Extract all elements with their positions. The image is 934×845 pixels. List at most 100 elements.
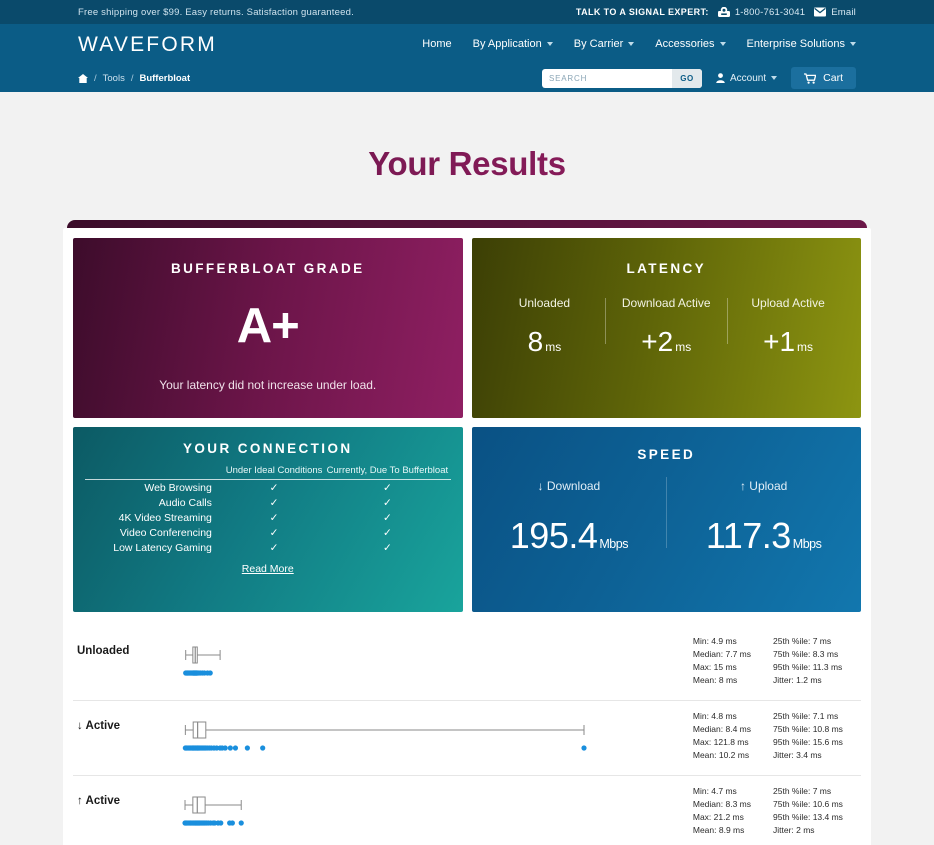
- stat-p95: 95th %ile: 13.4 ms: [773, 812, 843, 822]
- latency-distribution-plots: Unloaded Min: 4.9 ms Median: 7.7 ms Max:…: [73, 612, 861, 845]
- latency-card-title: LATENCY: [626, 261, 707, 276]
- breadcrumb-item-tools[interactable]: Tools: [103, 73, 125, 84]
- account-label: Account: [730, 72, 767, 84]
- stat-min: Min: 4.8 ms: [692, 711, 737, 721]
- results-panel-wrapper: BUFFERBLOAT GRADE A+ Your latency did no…: [63, 220, 871, 845]
- stat-p75: 75th %ile: 10.6 ms: [773, 799, 843, 809]
- cart-button[interactable]: Cart: [791, 67, 856, 89]
- utility-bar: Free shipping over $99. Easy returns. Sa…: [0, 0, 934, 24]
- subnav-row: / Tools / Bufferbloat GO Account Cart: [0, 64, 934, 92]
- stats-column-left: Min: 4.9 ms Median: 7.7 ms Max: 15 ms Me…: [693, 636, 751, 685]
- stat-jitter: Jitter: 1.2 ms: [773, 675, 822, 685]
- chevron-down-icon: [628, 42, 635, 46]
- chevron-down-icon: [771, 76, 778, 80]
- download-label: ↓ Download: [537, 479, 601, 493]
- results-card-grid: BUFFERBLOAT GRADE A+ Your latency did no…: [73, 238, 861, 612]
- boxplot-unloaded: [151, 626, 661, 701]
- latency-label: Unloaded: [518, 296, 571, 310]
- shipping-note: Free shipping over $99. Easy returns. Sa…: [78, 6, 354, 18]
- stat-median: Median: 8.3 ms: [692, 799, 751, 809]
- stat-p95: 95th %ile: 15.6 ms: [773, 737, 843, 747]
- stat-mean: Mean: 10.2 ms: [692, 750, 750, 760]
- search-box: GO: [542, 68, 703, 88]
- latency-value: +1 ms: [731, 328, 845, 356]
- connection-feature: Web Browsing: [144, 481, 212, 494]
- stat-p25: 25th %ile: 7.1 ms: [773, 711, 839, 721]
- latency-value: +2 ms: [609, 328, 723, 356]
- stats-column-left: Min: 4.8 ms Median: 8.4 ms Max: 121.8 ms…: [693, 711, 751, 760]
- table-row: Audio Calls ✓ ✓: [85, 495, 451, 510]
- stats-column-left: Min: 4.7 ms Median: 8.3 ms Max: 21.2 ms …: [693, 786, 751, 835]
- check-icon-current: ✓: [382, 511, 392, 524]
- brand-logo[interactable]: WAVEFORM: [78, 34, 217, 55]
- connection-header-current: Currently, Due To Bufferbloat: [324, 465, 451, 480]
- breadcrumb-separator: /: [94, 72, 97, 84]
- your-connection-title: YOUR CONNECTION: [182, 441, 353, 456]
- stat-mean: Mean: 8 ms: [692, 675, 738, 685]
- signal-expert-label: TALK TO A SIGNAL EXPERT:: [575, 7, 709, 17]
- nav-item-accessories[interactable]: Accessories: [655, 38, 726, 50]
- upload-number: 117.3: [705, 515, 791, 556]
- bufferbloat-grade-title: BUFFERBLOAT GRADE: [170, 261, 365, 276]
- latency-unit: ms: [545, 340, 562, 354]
- read-more-link[interactable]: Read More: [85, 563, 451, 575]
- latency-value: 8 ms: [488, 328, 602, 356]
- connection-feature: 4K Video Streaming: [118, 511, 212, 524]
- nav-links: Home By Application By Carrier Accessori…: [422, 38, 856, 50]
- user-icon: [716, 73, 725, 83]
- speed-card-title: SPEED: [637, 447, 696, 462]
- search-go-button[interactable]: GO: [672, 68, 703, 88]
- search-input[interactable]: [542, 68, 673, 88]
- check-icon-ideal: ✓: [269, 481, 279, 494]
- latency-label: Download Active: [621, 296, 711, 310]
- nav-item-by-carrier[interactable]: By Carrier: [574, 38, 635, 50]
- nav-item-home[interactable]: Home: [422, 38, 451, 50]
- download-value: 195.4 Mbps: [472, 518, 667, 554]
- plot-label: ↓ Active: [77, 720, 121, 732]
- upload-unit: Mbps: [792, 537, 822, 551]
- stat-median: Median: 7.7 ms: [692, 649, 751, 659]
- stat-p75: 75th %ile: 10.8 ms: [773, 724, 843, 734]
- latency-label: Upload Active: [751, 296, 825, 310]
- nav-item-by-application[interactable]: By Application: [473, 38, 553, 50]
- latency-unit: ms: [797, 340, 814, 354]
- plot-row-unloaded: Unloaded Min: 4.9 ms Median: 7.7 ms Max:…: [73, 626, 861, 701]
- stat-max: Max: 121.8 ms: [692, 737, 749, 747]
- table-row: Video Conferencing ✓ ✓: [85, 525, 451, 540]
- stat-min: Min: 4.9 ms: [692, 636, 737, 646]
- stat-p95: 95th %ile: 11.3 ms: [773, 662, 843, 672]
- connection-feature: Video Conferencing: [119, 526, 212, 539]
- latency-column-download-active: Download Active +2 ms: [605, 296, 727, 356]
- check-icon-current: ✓: [382, 526, 392, 539]
- stats-column-right: 25th %ile: 7.1 ms 75th %ile: 10.8 ms 95t…: [773, 711, 851, 760]
- stat-median: Median: 8.4 ms: [692, 724, 751, 734]
- phone-link[interactable]: 1-800-761-3041: [717, 6, 805, 18]
- plot-label: Unloaded: [77, 645, 130, 657]
- stat-p75: 75th %ile: 8.3 ms: [773, 649, 839, 659]
- stat-mean: Mean: 8.9 ms: [692, 825, 745, 835]
- stats-column-right: 25th %ile: 7 ms 75th %ile: 10.6 ms 95th …: [773, 786, 851, 835]
- boxplot-download-active: [151, 701, 661, 776]
- speed-card: SPEED ↓ Download 195.4 Mbps ↑ Upload 117.…: [471, 427, 861, 612]
- stat-jitter: Jitter: 3.4 ms: [773, 750, 822, 760]
- account-menu[interactable]: Account: [716, 72, 778, 84]
- stats-unloaded: Min: 4.9 ms Median: 7.7 ms Max: 15 ms Me…: [693, 626, 861, 685]
- results-panel: BUFFERBLOAT GRADE A+ Your latency did no…: [63, 228, 871, 845]
- stats-upload-active: Min: 4.7 ms Median: 8.3 ms Max: 21.2 ms …: [693, 776, 861, 835]
- home-icon[interactable]: [78, 73, 88, 83]
- plot-row-upload-active: ↑ Active Min: 4.7 ms Median: 8.3 ms Max:…: [73, 776, 861, 845]
- nav-item-label: By Application: [472, 38, 542, 50]
- download-unit: Mbps: [599, 537, 628, 551]
- check-icon-ideal: ✓: [269, 511, 279, 524]
- upload-value: 117.3 Mbps: [666, 518, 861, 554]
- stats-column-right: 25th %ile: 7 ms 75th %ile: 8.3 ms 95th %…: [773, 636, 851, 685]
- table-row: Web Browsing ✓ ✓: [85, 480, 451, 496]
- check-icon-current: ✓: [382, 496, 392, 509]
- breadcrumb-separator: /: [130, 72, 134, 84]
- latency-number: +2: [641, 326, 674, 357]
- email-link[interactable]: Email: [814, 7, 856, 18]
- nav-item-enterprise-solutions[interactable]: Enterprise Solutions: [747, 38, 856, 50]
- connection-header-ideal: Under Ideal Conditions: [223, 465, 325, 480]
- connection-table: Under Ideal Conditions Currently, Due To…: [85, 465, 451, 555]
- check-icon-ideal: ✓: [269, 496, 279, 509]
